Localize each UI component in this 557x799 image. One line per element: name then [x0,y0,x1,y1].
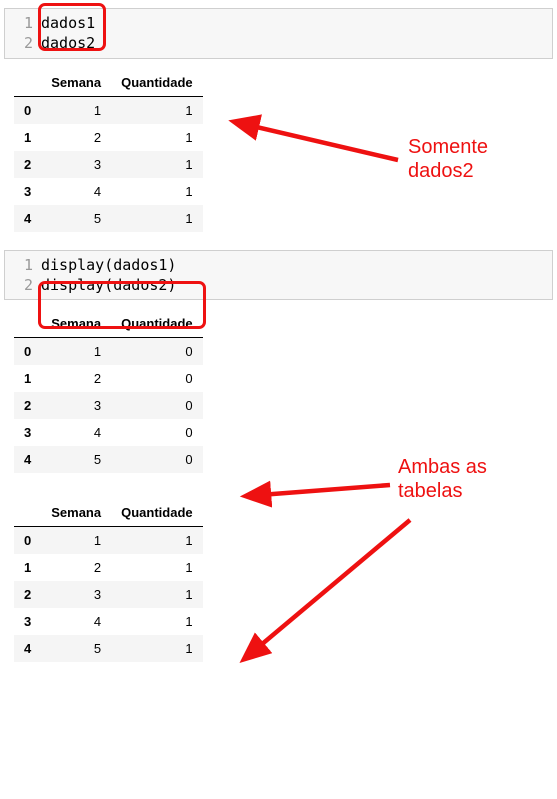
code-text: display(dados1) [41,255,176,275]
cell-qty: 0 [111,365,203,392]
row-index: 3 [14,419,41,446]
cell-qty: 0 [111,338,203,366]
code-cell-2[interactable]: 1 display(dados1) 2 display(dados2) [4,250,553,301]
row-index: 1 [14,554,41,581]
dataframe-table-dados1: Semana Quantidade 0 1 0 1 2 0 2 3 0 3 [14,310,203,473]
line-number: 1 [5,13,41,33]
row-index: 2 [14,581,41,608]
cell-semana: 5 [41,446,111,473]
output-block-2b: Semana Quantidade 0 1 1 1 2 1 2 3 1 3 [14,499,553,662]
annotation-both-tables: Ambas as tabelas [398,455,487,503]
col-quantidade: Quantidade [111,310,203,338]
cell-semana: 1 [41,338,111,366]
code-text: dados1 [41,13,95,33]
row-index: 1 [14,365,41,392]
cell-semana: 4 [41,178,111,205]
cell-semana: 3 [41,581,111,608]
cell-semana: 3 [41,151,111,178]
cell-qty: 1 [111,527,203,555]
cell-qty: 1 [111,205,203,232]
code-line: 1 dados1 [5,13,552,33]
row-index: 4 [14,635,41,662]
cell-semana: 4 [41,608,111,635]
cell-semana: 5 [41,635,111,662]
col-quantidade: Quantidade [111,499,203,527]
cell-qty: 1 [111,635,203,662]
row-index: 4 [14,446,41,473]
cell-qty: 0 [111,392,203,419]
row-index: 1 [14,124,41,151]
table-row: 2 3 0 [14,392,203,419]
cell-semana: 2 [41,554,111,581]
dataframe-table-dados2: Semana Quantidade 0 1 1 1 2 1 2 3 1 3 [14,69,203,232]
table-row: 0 1 1 [14,96,203,124]
cell-qty: 1 [111,554,203,581]
col-semana: Semana [41,499,111,527]
header-blank [14,310,41,338]
table-row: 0 1 0 [14,338,203,366]
cell-qty: 1 [111,581,203,608]
table-row: 1 2 1 [14,554,203,581]
cell-qty: 1 [111,124,203,151]
code-line: 2 display(dados2) [5,275,552,295]
row-index: 2 [14,392,41,419]
table-row: 3 4 0 [14,419,203,446]
table-row: 2 3 1 [14,581,203,608]
line-number: 2 [5,275,41,295]
cell-qty: 0 [111,446,203,473]
table-row: 4 5 1 [14,205,203,232]
output-block-2a: Semana Quantidade 0 1 0 1 2 0 2 3 0 3 [14,310,553,473]
cell-qty: 1 [111,151,203,178]
code-cell-1[interactable]: 1 dados1 2 dados2 [4,8,553,59]
header-blank [14,499,41,527]
col-semana: Semana [41,310,111,338]
cell-semana: 5 [41,205,111,232]
code-text: display(dados2) [41,275,176,295]
table-row: 1 2 1 [14,124,203,151]
cell-qty: 1 [111,178,203,205]
cell-qty: 0 [111,419,203,446]
table-row: 4 5 0 [14,446,203,473]
col-semana: Semana [41,69,111,97]
header-blank [14,69,41,97]
dataframe-table-dados2-b: Semana Quantidade 0 1 1 1 2 1 2 3 1 3 [14,499,203,662]
row-index: 2 [14,151,41,178]
table-row: 3 4 1 [14,178,203,205]
cell-semana: 2 [41,124,111,151]
row-index: 0 [14,96,41,124]
code-line: 1 display(dados1) [5,255,552,275]
row-index: 0 [14,338,41,366]
cell-semana: 4 [41,419,111,446]
line-number: 1 [5,255,41,275]
row-index: 4 [14,205,41,232]
table-row: 1 2 0 [14,365,203,392]
cell-semana: 1 [41,527,111,555]
cell-qty: 1 [111,96,203,124]
annotation-only-dados2: Somente dados2 [408,135,488,183]
row-index: 3 [14,178,41,205]
line-number: 2 [5,33,41,53]
cell-semana: 3 [41,392,111,419]
table-row: 3 4 1 [14,608,203,635]
code-text: dados2 [41,33,95,53]
cell-semana: 2 [41,365,111,392]
cell-semana: 1 [41,96,111,124]
row-index: 0 [14,527,41,555]
col-quantidade: Quantidade [111,69,203,97]
table-row: 0 1 1 [14,527,203,555]
row-index: 3 [14,608,41,635]
cell-qty: 1 [111,608,203,635]
code-line: 2 dados2 [5,33,552,53]
table-row: 4 5 1 [14,635,203,662]
table-row: 2 3 1 [14,151,203,178]
